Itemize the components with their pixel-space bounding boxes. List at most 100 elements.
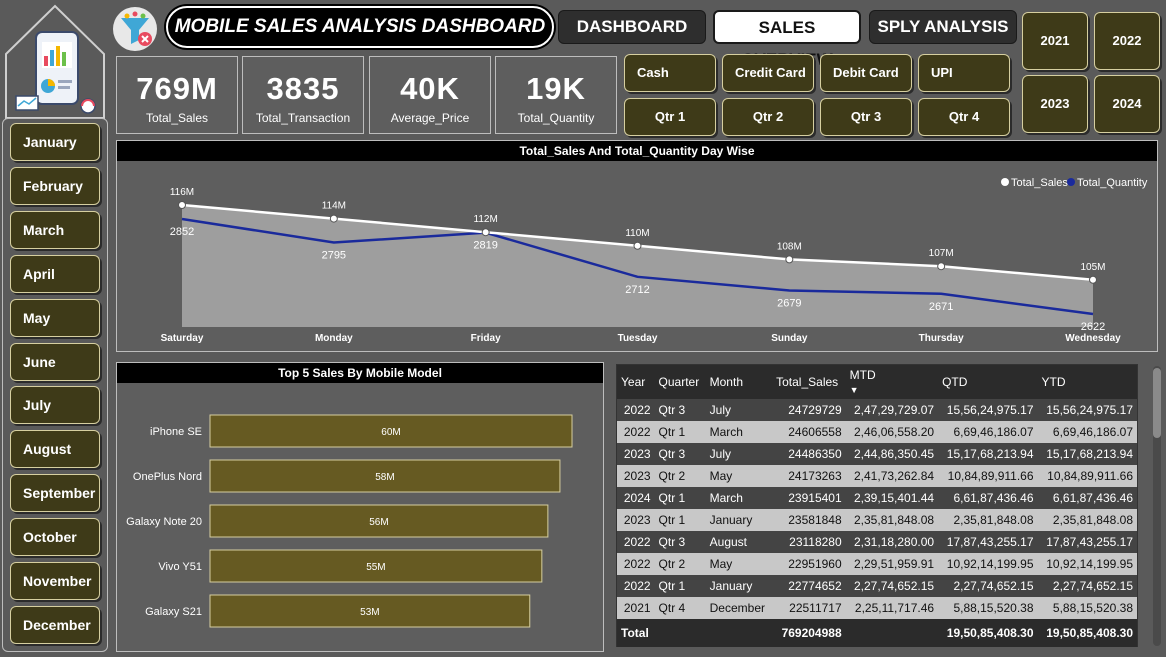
table-scrollbar[interactable] (1153, 366, 1161, 646)
table-row[interactable]: 2023 Qtr 3 July 24486350 2,44,86,350.45 15,17… (617, 443, 1137, 465)
table-cell-mtd: 2,25,11,717.46 (845, 597, 939, 619)
table-cell-ytd: 15,56,24,975.17 (1037, 399, 1137, 421)
total-quantity-data-label: 2679 (777, 297, 801, 309)
scrollbar-thumb[interactable] (1153, 368, 1161, 438)
column-header-ytd[interactable]: YTD (1037, 365, 1137, 399)
total-sales-point (329, 214, 338, 223)
column-header-quarter[interactable]: Quarter (654, 365, 706, 399)
column-header-label: MTD (849, 368, 876, 382)
total-sales-data-label: 112M (474, 214, 498, 225)
quarter-qtr-2-button[interactable]: Qtr 2 (722, 98, 814, 136)
column-header-total-sales[interactable]: Total_Sales (772, 365, 846, 399)
year-2022-button[interactable]: 2022 (1094, 12, 1160, 70)
total-quantity-data-label: 2622 (1081, 321, 1105, 333)
table-cell-qtd: 6,61,87,436.46 (938, 487, 1038, 509)
month-november-button[interactable]: November (10, 562, 100, 600)
table-cell-quarter: Qtr 3 (654, 531, 706, 553)
column-header-year[interactable]: Year (617, 365, 655, 399)
year-2024-button[interactable]: 2024 (1094, 75, 1160, 133)
year-2023-button[interactable]: 2023 (1022, 75, 1088, 133)
quarter-qtr-4-button[interactable]: Qtr 4 (918, 98, 1010, 136)
table-row[interactable]: 2021 Qtr 4 December 22511717 2,25,11,717.46 5… (617, 597, 1137, 619)
year-2021-button[interactable]: 2021 (1022, 12, 1088, 70)
table-cell-year: 2022 (617, 553, 655, 575)
payment-cash-button[interactable]: Cash (624, 54, 716, 92)
table-row[interactable]: 2022 Qtr 3 July 24729729 2,47,29,729.07 15,56… (617, 399, 1137, 421)
payment-upi-button[interactable]: UPI (918, 54, 1010, 92)
table-cell-mtd: 2,46,06,558.20 (845, 421, 939, 443)
table-cell-month: January (705, 575, 773, 597)
month-april-button[interactable]: April (10, 254, 100, 293)
column-header-mtd[interactable]: MTD ▼ (845, 365, 939, 399)
month-august-button[interactable]: August (10, 430, 100, 469)
month-june-button[interactable]: June (10, 342, 100, 381)
table-cell-quarter: Qtr 1 (654, 487, 706, 509)
month-september-button[interactable]: September (10, 474, 100, 513)
nav-sply-analysis-button[interactable]: SPLY ANALYSIS (869, 10, 1017, 44)
table-row[interactable]: 2024 Qtr 1 March 23915401 2,39,15,401.44 6,61… (617, 487, 1137, 509)
table-cell-quarter: Qtr 2 (654, 465, 706, 487)
line-chart-plot: Total_Sales Total_Quantity 116M 2852 Saturda… (161, 177, 1148, 344)
kpi-label: Total_Quantity (517, 111, 595, 125)
payment-debit-card-button[interactable]: Debit Card (820, 54, 912, 92)
kpi-average-price: 40K Average_Price (369, 56, 491, 134)
column-header-month[interactable]: Month (705, 365, 773, 399)
bar-data-label: 56M (369, 517, 388, 528)
table-cell-quarter: Qtr 1 (654, 575, 706, 597)
table-row[interactable]: 2022 Qtr 1 March 24606558 2,46,06,558.20 6,69… (617, 421, 1137, 443)
table-row[interactable]: 2023 Qtr 1 January 23581848 2,35,81,848.08 2,… (617, 509, 1137, 531)
table-cell-ytd: 2,27,74,652.15 (1037, 575, 1137, 597)
x-axis-tick-label: Tuesday (618, 333, 658, 344)
bar-data-label: 55M (366, 562, 385, 573)
month-july-button[interactable]: July (10, 386, 100, 425)
total-sales-data-label: 114M (322, 201, 346, 212)
payment-credit-card-button[interactable]: Credit Card (722, 54, 814, 92)
table-cell-total-sales: 24173263 (772, 465, 846, 487)
table-cell-month: August (705, 531, 773, 553)
month-march-button[interactable]: March (10, 210, 100, 249)
legend-swatch (1001, 178, 1009, 186)
month-february-button[interactable]: February (10, 166, 100, 205)
month-october-button[interactable]: October (10, 518, 100, 557)
table-cell-year: 2022 (617, 421, 655, 443)
month-december-button[interactable]: December (10, 605, 100, 644)
total-sales-data-label: 110M (625, 228, 649, 239)
sales-table[interactable]: Year Quarter Month Total_Sales MTD ▼ QTD YTD 20… (616, 364, 1138, 647)
quarter-qtr-3-button[interactable]: Qtr 3 (820, 98, 912, 136)
month-january-button[interactable]: January (10, 123, 100, 161)
column-header-qtd[interactable]: QTD (938, 365, 1038, 399)
column-header-label: Year (621, 375, 646, 389)
column-header-label: Total_Sales (776, 375, 839, 389)
nav-sales-overview-button[interactable]: SALES OVERVIEW (713, 10, 861, 69)
table-row[interactable]: 2023 Qtr 2 May 24173263 2,41,73,262.84 10,84,… (617, 465, 1137, 487)
table-cell-ytd: 10,92,14,199.95 (1037, 553, 1137, 575)
table-cell-quarter: Qtr 2 (654, 553, 706, 575)
x-axis-tick-label: Thursday (919, 333, 964, 344)
x-axis-tick-label: Friday (471, 333, 501, 344)
table-cell-mtd: 2,35,81,848.08 (845, 509, 939, 531)
table-cell-total-sales: 22774652 (772, 575, 846, 597)
total-empty-cell (845, 619, 939, 647)
table-cell-quarter: Qtr 1 (654, 509, 706, 531)
kpi-label: Total_Sales (145, 111, 209, 125)
quarter-qtr-1-button[interactable]: Qtr 1 (624, 98, 716, 136)
table-cell-mtd: 2,41,73,262.84 (845, 465, 939, 487)
table-cell-qtd: 2,35,81,848.08 (938, 509, 1038, 531)
nav-dashboard-button[interactable]: DASHBOARD (558, 10, 706, 44)
month-may-button[interactable]: May (10, 298, 100, 337)
table-row[interactable]: 2022 Qtr 1 January 22774652 2,27,74,652.15 2,… (617, 575, 1137, 597)
total-quantity-data-label: 2671 (929, 301, 953, 313)
table-cell-month: May (705, 465, 773, 487)
x-axis-tick-label: Wednesday (1065, 333, 1121, 344)
x-axis-tick-label: Saturday (161, 333, 204, 344)
table-cell-month: January (705, 509, 773, 531)
table-row[interactable]: 2022 Qtr 2 May 22951960 2,29,51,959.91 10,92,… (617, 553, 1137, 575)
table-row[interactable]: 2022 Qtr 3 August 23118280 2,31,18,280.00 17,… (617, 531, 1137, 553)
legend-label: Total_Sales (1011, 177, 1068, 189)
table-cell-ytd: 5,88,15,520.38 (1037, 597, 1137, 619)
table-cell-total-sales: 24729729 (772, 399, 846, 421)
clear-filter-icon[interactable] (112, 6, 158, 52)
table-cell-qtd: 10,92,14,199.95 (938, 553, 1038, 575)
y-axis-category-label: Vivo Y51 (158, 561, 202, 573)
legend-label: Total_Quantity (1077, 177, 1148, 189)
